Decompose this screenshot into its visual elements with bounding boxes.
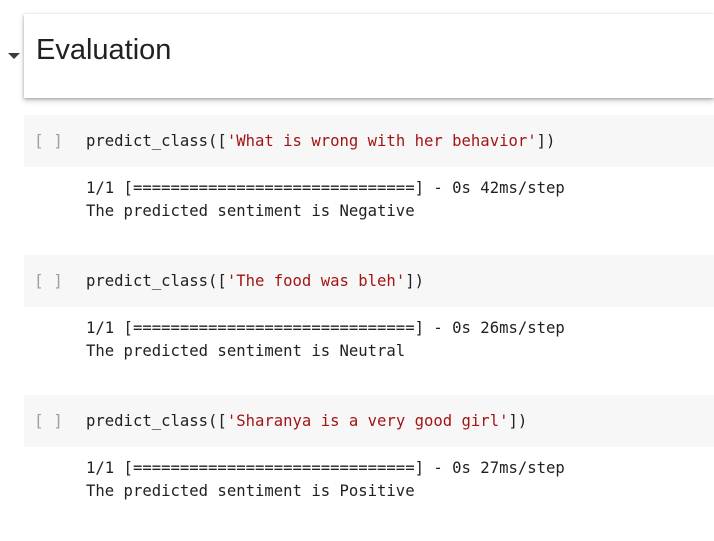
prediction-result: The predicted sentiment is Negative — [86, 202, 415, 220]
code-editor[interactable]: predict_class(['What is wrong with her b… — [86, 115, 555, 167]
code-string-literal: 'The food was bleh' — [226, 272, 406, 290]
run-cell-button[interactable]: [ ] — [34, 255, 63, 307]
cell-output: 1/1 [==============================] - 0… — [24, 307, 714, 391]
triangle-down-icon — [8, 53, 20, 59]
cell-output: 1/1 [==============================] - 0… — [24, 167, 714, 251]
prediction-result: The predicted sentiment is Positive — [86, 482, 415, 500]
code-string-literal: 'Sharanya is a very good girl' — [226, 412, 509, 430]
prediction-result: The predicted sentiment is Neutral — [86, 342, 406, 360]
section-header: Evaluation — [0, 14, 714, 98]
run-cell-button[interactable]: [ ] — [34, 395, 63, 447]
code-editor[interactable]: predict_class(['Sharanya is a very good … — [86, 395, 527, 447]
code-call: predict_class([ — [86, 132, 227, 150]
code-cell-input[interactable]: [ ] predict_class(['What is wrong with h… — [24, 115, 714, 167]
code-editor[interactable]: predict_class(['The food was bleh']) — [86, 255, 424, 307]
code-call-close: ]) — [405, 272, 424, 290]
code-cell[interactable]: [ ] predict_class(['What is wrong with h… — [24, 115, 714, 251]
code-call: predict_class([ — [86, 412, 227, 430]
code-cell-input[interactable]: [ ] predict_class(['The food was bleh']) — [24, 255, 714, 307]
progress-line: 1/1 [==============================] - 0… — [86, 179, 565, 197]
cell-output: 1/1 [==============================] - 0… — [24, 447, 714, 531]
code-call: predict_class([ — [86, 272, 227, 290]
code-cell[interactable]: [ ] predict_class(['The food was bleh'])… — [24, 255, 714, 391]
section-title: Evaluation — [36, 34, 172, 66]
run-cell-button[interactable]: [ ] — [34, 115, 63, 167]
code-call-close: ]) — [508, 412, 528, 430]
code-call-close: ]) — [536, 132, 556, 150]
section-header-card[interactable]: Evaluation — [24, 14, 714, 98]
code-cell-input[interactable]: [ ] predict_class(['Sharanya is a very g… — [24, 395, 714, 447]
code-cell[interactable]: [ ] predict_class(['Sharanya is a very g… — [24, 395, 714, 531]
progress-line: 1/1 [==============================] - 0… — [86, 319, 565, 337]
progress-line: 1/1 [==============================] - 0… — [86, 459, 565, 477]
code-string-literal: 'What is wrong with her behavior' — [226, 132, 537, 150]
collapse-section-toggle[interactable] — [0, 14, 24, 98]
